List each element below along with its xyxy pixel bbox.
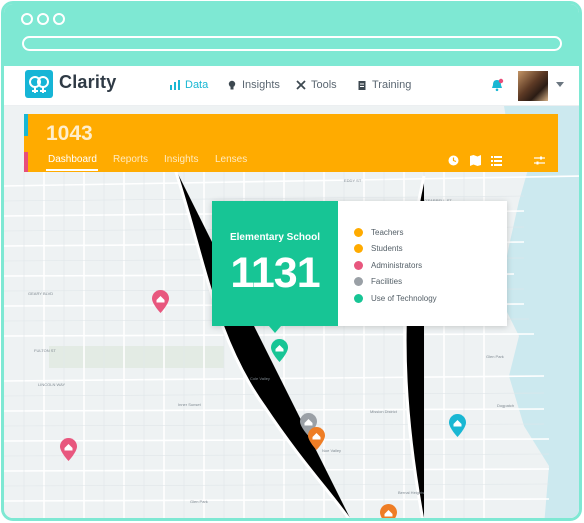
tab-lenses[interactable]: Lenses (215, 154, 247, 165)
nav-insights-label: Insights (242, 79, 280, 91)
legend-label: Administrators (371, 261, 423, 270)
bar-accent-bottom (24, 152, 28, 172)
app-name[interactable]: Clarity (59, 72, 116, 93)
map-label: LINCOLN WAY (38, 382, 66, 387)
map-pin-accent[interactable] (449, 414, 466, 437)
school-popup: Elementary School 1131 Teachers Students… (212, 201, 507, 333)
map-pin-administrators[interactable] (60, 438, 77, 461)
window-close-dot[interactable] (21, 13, 33, 25)
legend-administrators[interactable]: Administrators (354, 261, 422, 270)
popup-pointer (269, 326, 281, 333)
legend-dot (354, 277, 363, 286)
map-label: GEARY BLVD (28, 291, 54, 296)
bar-accent-top (24, 114, 28, 136)
map-label: Dogpatch (497, 403, 515, 408)
map-pin-administrators[interactable] (152, 290, 169, 313)
list-icon[interactable] (491, 155, 502, 166)
window-maximize-dot[interactable] (53, 13, 65, 25)
nav-training-label: Training (372, 79, 412, 91)
tab-insights[interactable]: Insights (164, 154, 198, 165)
tab-active-indicator (46, 169, 98, 171)
lightbulb-icon (228, 80, 236, 90)
bar-chart-icon (170, 80, 180, 90)
map-label: FULTON ST (34, 348, 56, 353)
dashboard-number: 1043 (46, 122, 93, 145)
browser-chrome (4, 4, 579, 66)
map-label: Glen Park (486, 354, 504, 359)
clock-icon[interactable] (448, 155, 459, 166)
legend-label: Facilities (371, 277, 403, 286)
map-label: Glen Park (190, 499, 208, 504)
map-pin-teachers[interactable] (308, 427, 325, 450)
bell-icon[interactable] (490, 78, 504, 92)
popup-summary: Elementary School 1131 (212, 201, 338, 333)
popup-value: 1131 (230, 249, 320, 297)
tools-icon (296, 80, 306, 90)
legend-use-of-technology[interactable]: Use of Technology (354, 294, 437, 303)
map-label: Cole Valley (250, 376, 270, 381)
legend-dot (354, 294, 363, 303)
legend-label: Use of Technology (371, 294, 437, 303)
legend-label: Students (371, 244, 403, 253)
window-minimize-dot[interactable] (37, 13, 49, 25)
logo-icon[interactable] (25, 70, 53, 98)
clipboard-icon (358, 81, 366, 90)
legend-teachers[interactable]: Teachers (354, 228, 403, 237)
map-label: Inner Sunset (178, 402, 201, 407)
tab-dashboard[interactable]: Dashboard (48, 154, 97, 165)
nav-data[interactable]: Data (170, 79, 208, 91)
map-label: Bernal Heights (398, 490, 425, 495)
popup-title: Elementary School (229, 232, 321, 243)
legend-facilities[interactable]: Facilities (354, 277, 402, 286)
legend-dot (354, 261, 363, 270)
nav-training[interactable]: Training (357, 79, 411, 91)
map-label: Mission District (370, 409, 397, 414)
map-icon[interactable] (470, 155, 481, 166)
address-bar[interactable] (22, 36, 562, 51)
legend-label: Teachers (371, 228, 404, 237)
nav-tools[interactable]: Tools (296, 79, 337, 91)
nav-data-label: Data (185, 79, 209, 91)
avatar[interactable] (518, 71, 548, 101)
map-pin-students[interactable] (380, 504, 397, 521)
legend-dot (354, 228, 363, 237)
nav-tools-label: Tools (311, 79, 337, 91)
tab-reports[interactable]: Reports (113, 154, 148, 165)
sliders-icon[interactable] (534, 155, 545, 166)
nav-insights[interactable]: Insights (227, 79, 280, 91)
chevron-down-icon[interactable] (556, 82, 564, 87)
app-header: Clarity Data Insights Tools Training (4, 66, 579, 106)
legend-dot (354, 244, 363, 253)
map-label: EDDY ST (344, 178, 362, 183)
legend-students[interactable]: Students (354, 244, 403, 253)
map-pin-use-of-technology[interactable] (271, 339, 288, 362)
